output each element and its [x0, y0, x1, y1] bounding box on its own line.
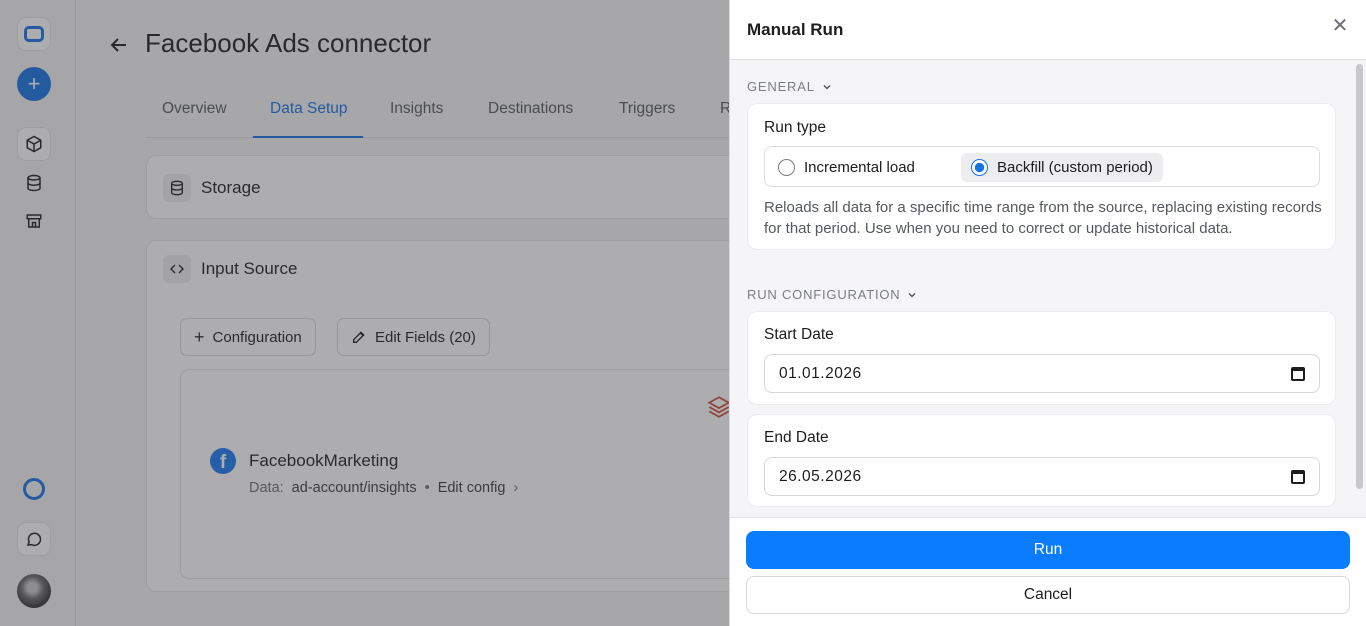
chevron-down-icon: [823, 84, 831, 90]
general-label: GENERAL: [747, 79, 815, 94]
panel-scrollbar[interactable]: [1356, 64, 1363, 489]
end-date-value: 26.05.2026: [779, 467, 862, 485]
start-date-input[interactable]: 01.01.2026: [764, 354, 1320, 393]
panel-title: Manual Run: [747, 20, 844, 39]
end-date-card: End Date 26.05.2026: [747, 414, 1336, 507]
run-type-label: Run type: [764, 119, 827, 136]
radio-incremental-load[interactable]: Incremental load: [768, 153, 925, 182]
chevron-down-icon: [908, 292, 916, 298]
start-date-label: Start Date: [764, 326, 834, 343]
end-date-label: End Date: [764, 429, 829, 446]
backfill-label: Backfill (custom period): [997, 159, 1153, 176]
calendar-icon[interactable]: [1291, 366, 1305, 381]
start-date-value: 01.01.2026: [779, 364, 862, 382]
radio-backfill[interactable]: Backfill (custom period): [961, 153, 1163, 182]
calendar-icon[interactable]: [1291, 469, 1305, 484]
radio-checked-icon: [971, 159, 988, 176]
cancel-button[interactable]: Cancel: [746, 576, 1350, 614]
run-type-radio-group: Incremental load Backfill (custom period…: [764, 146, 1320, 187]
modal-backdrop[interactable]: [0, 0, 729, 626]
run-button[interactable]: Run: [746, 531, 1350, 569]
general-section-toggle[interactable]: GENERAL: [747, 79, 833, 94]
run-type-card: Run type Incremental load Backfill (cust…: [747, 103, 1336, 250]
manual-run-panel: Manual Run ✕ GENERAL Run type Incrementa…: [729, 0, 1366, 626]
incremental-load-label: Incremental load: [804, 159, 915, 176]
radio-unchecked-icon: [778, 159, 795, 176]
end-date-input[interactable]: 26.05.2026: [764, 457, 1320, 496]
panel-footer: Run Cancel: [730, 517, 1366, 626]
close-icon[interactable]: ✕: [1329, 16, 1351, 38]
run-type-description: Reloads all data for a specific time ran…: [764, 199, 1322, 237]
run-configuration-label: RUN CONFIGURATION: [747, 287, 901, 302]
start-date-card: Start Date 01.01.2026: [747, 311, 1336, 405]
run-configuration-toggle[interactable]: RUN CONFIGURATION: [747, 287, 918, 302]
panel-header: Manual Run ✕: [730, 0, 1366, 60]
